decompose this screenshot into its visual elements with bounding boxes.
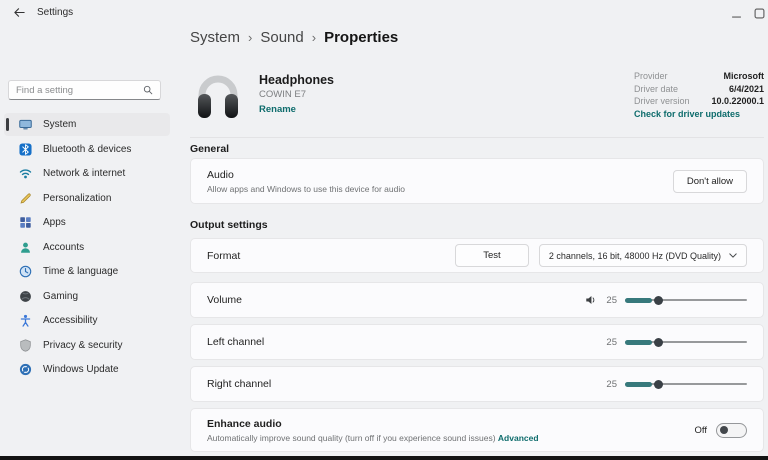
sidebar-item-label: Apps — [43, 217, 66, 228]
device-name: Headphones — [259, 73, 334, 87]
personalization-icon — [19, 192, 32, 205]
check-driver-updates-link[interactable]: Check for driver updates — [634, 109, 764, 119]
left-channel-value: 25 — [605, 337, 617, 348]
volume-card: Volume 25 — [190, 282, 764, 318]
volume-slider[interactable] — [625, 293, 747, 307]
volume-label: Volume — [207, 294, 242, 306]
sidebar-item-label: Bluetooth & devices — [43, 144, 131, 155]
output-settings-heading: Output settings — [190, 219, 268, 231]
format-dropdown[interactable]: 2 channels, 16 bit, 48000 Hz (DVD Qualit… — [539, 244, 747, 267]
sidebar-item-label: Network & internet — [43, 168, 125, 179]
sidebar: Find a setting System Bluetooth & devices… — [0, 0, 178, 456]
driver-version-value: 10.0.22000.1 — [711, 96, 764, 106]
rename-link[interactable]: Rename — [259, 104, 334, 115]
enhance-audio-title: Enhance audio — [207, 418, 539, 430]
audio-subtitle: Allow apps and Windows to use this devic… — [207, 184, 405, 194]
right-channel-value: 25 — [605, 379, 617, 390]
bluetooth-icon — [19, 143, 32, 156]
left-channel-card: Left channel 25 — [190, 324, 764, 360]
time-language-icon — [19, 265, 32, 278]
right-channel-slider-thumb[interactable] — [654, 380, 663, 389]
header-divider — [190, 137, 764, 138]
breadcrumb-separator-icon: › — [312, 30, 316, 45]
enhance-audio-subtitle: Automatically improve sound quality (tur… — [207, 433, 496, 443]
main-content: System › Sound › Properties Headphones C… — [190, 0, 766, 456]
sidebar-item-accessibility[interactable]: Accessibility — [4, 309, 170, 332]
test-button[interactable]: Test — [455, 244, 529, 267]
privacy-icon — [19, 339, 32, 352]
sidebar-item-label: Accessibility — [43, 315, 97, 326]
search-icon — [143, 85, 153, 95]
sidebar-item-label: Gaming — [43, 291, 78, 302]
driver-info: Provider Microsoft Driver date 6/4/2021 … — [634, 68, 764, 124]
audio-title: Audio — [207, 169, 405, 181]
sidebar-item-windows-update[interactable]: Windows Update — [4, 358, 170, 381]
right-channel-label: Right channel — [207, 378, 271, 390]
sidebar-item-label: Time & language — [43, 266, 118, 277]
dont-allow-button[interactable]: Don't allow — [673, 170, 747, 193]
general-heading: General — [190, 143, 229, 155]
breadcrumb: System › Sound › Properties — [190, 29, 398, 46]
advanced-link[interactable]: Advanced — [498, 433, 539, 443]
sidebar-item-label: Privacy & security — [43, 340, 122, 351]
sidebar-item-personalization[interactable]: Personalization — [4, 187, 170, 210]
speaker-icon — [585, 294, 597, 306]
sidebar-item-system[interactable]: System — [4, 113, 170, 136]
sidebar-item-privacy-security[interactable]: Privacy & security — [4, 334, 170, 357]
driver-provider-label: Provider — [634, 71, 668, 81]
format-card: Format Test 2 channels, 16 bit, 48000 Hz… — [190, 238, 764, 273]
breadcrumb-system[interactable]: System — [190, 29, 240, 46]
search-input[interactable]: Find a setting — [8, 80, 161, 100]
right-channel-slider[interactable] — [625, 377, 747, 391]
left-channel-label: Left channel — [207, 336, 264, 348]
sidebar-item-label: Accounts — [43, 242, 84, 253]
enhance-audio-card: Enhance audio Automatically improve soun… — [190, 408, 764, 452]
enhance-audio-toggle[interactable] — [716, 423, 747, 438]
gaming-icon — [19, 290, 32, 303]
sidebar-item-label: System — [43, 119, 76, 130]
toggle-knob — [720, 426, 728, 434]
settings-window: Settings Find a setting SystemBluetooth … — [0, 0, 768, 460]
accessibility-icon — [19, 314, 32, 327]
enhance-toggle-state: Off — [695, 425, 708, 436]
sidebar-item-network-internet[interactable]: Network & internet — [4, 162, 170, 185]
bottom-edge-bar — [0, 456, 768, 460]
left-channel-slider[interactable] — [625, 335, 747, 349]
right-channel-card: Right channel 25 — [190, 366, 764, 402]
driver-version-label: Driver version — [634, 96, 690, 106]
chevron-down-icon — [729, 253, 737, 258]
headphones-image — [190, 68, 246, 124]
apps-icon — [19, 216, 32, 229]
windows-update-icon — [19, 363, 32, 376]
sidebar-item-label: Personalization — [43, 193, 111, 204]
device-model: COWIN E7 — [259, 89, 334, 100]
breadcrumb-separator-icon: › — [248, 30, 252, 45]
sidebar-item-accounts[interactable]: Accounts — [4, 236, 170, 259]
format-selected-value: 2 channels, 16 bit, 48000 Hz (DVD Qualit… — [549, 251, 721, 261]
sidebar-item-gaming[interactable]: Gaming — [4, 285, 170, 308]
breadcrumb-sound[interactable]: Sound — [260, 29, 303, 46]
sidebar-item-label: Windows Update — [43, 364, 119, 375]
sidebar-nav: System Bluetooth & devices Network & inter… — [4, 113, 170, 383]
audio-permission-card: Audio Allow apps and Windows to use this… — [190, 158, 764, 204]
driver-provider-value: Microsoft — [724, 71, 765, 81]
page-title: Properties — [324, 29, 398, 46]
accounts-icon — [19, 241, 32, 254]
sidebar-item-bluetooth-devices[interactable]: Bluetooth & devices — [4, 138, 170, 161]
device-header: Headphones COWIN E7 Rename Provider Micr… — [190, 68, 764, 124]
search-placeholder: Find a setting — [16, 85, 73, 96]
volume-value: 25 — [605, 295, 617, 306]
driver-date-value: 6/4/2021 — [729, 84, 764, 94]
sidebar-item-apps[interactable]: Apps — [4, 211, 170, 234]
volume-slider-thumb[interactable] — [654, 296, 663, 305]
left-channel-slider-thumb[interactable] — [654, 338, 663, 347]
sidebar-item-time-language[interactable]: Time & language — [4, 260, 170, 283]
format-label: Format — [207, 250, 240, 262]
network-icon — [19, 167, 32, 180]
system-icon — [19, 118, 32, 131]
driver-date-label: Driver date — [634, 84, 678, 94]
